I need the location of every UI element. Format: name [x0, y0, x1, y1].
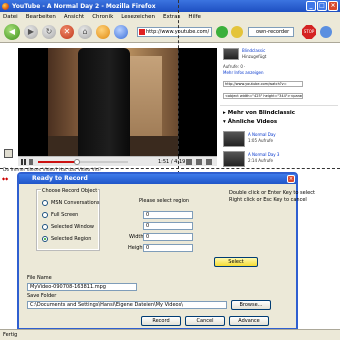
option-full-screen[interactable]: Full Screen: [51, 212, 78, 218]
url-field[interactable]: http://www.youtube.com/watch?v=: [223, 81, 303, 87]
section-similar-label: Ähnliche Videos: [227, 119, 278, 125]
more-info-link[interactable]: Mehr Infos anzeigen: [223, 70, 263, 75]
related-title[interactable]: A Normal Day 3: [248, 152, 279, 157]
close-button[interactable]: ×: [328, 1, 338, 11]
section-arrow-icon: ▾: [223, 119, 226, 125]
reload-button[interactable]: ↻: [42, 25, 56, 39]
maximize-button[interactable]: □: [317, 1, 327, 11]
region-prompt: Please select region: [139, 198, 190, 204]
player-controls: 1:51 / 4:19: [18, 156, 217, 166]
width-label: Width: [129, 234, 144, 240]
youtube-favicon: [139, 29, 145, 35]
url-bar[interactable]: http://www.youtube.com/: [137, 27, 212, 37]
search-text: own-recorder: [256, 29, 290, 35]
related-meta: 2:14 Aufrufe: [248, 158, 273, 163]
section-more-from[interactable]: ▸ Mehr von Blindclassic: [223, 110, 295, 116]
group-label: Choose Record Object: [41, 188, 99, 194]
status-bar: Fertig: [0, 329, 340, 340]
x-input[interactable]: 0: [143, 211, 193, 219]
home-button[interactable]: ⌂: [78, 25, 92, 39]
video-player[interactable]: [18, 48, 217, 156]
select-button[interactable]: Select: [214, 257, 258, 267]
record-object-group: Choose Record Object MSN Conversations F…: [37, 188, 99, 250]
added-line: Hinzugefügt: [242, 54, 267, 59]
bookmark-icon[interactable]: [114, 25, 128, 39]
menu-ansicht[interactable]: Ansicht: [64, 14, 84, 20]
browse-button[interactable]: Browse...: [231, 300, 271, 310]
radio-full-screen[interactable]: [42, 212, 48, 218]
forward-button[interactable]: ▶: [24, 25, 38, 39]
menu-bearbeiten[interactable]: Bearbeiten: [26, 14, 56, 20]
dialog-title: Ready to Record: [19, 174, 296, 184]
channel-avatar[interactable]: [223, 48, 239, 60]
menu-hilfe[interactable]: Hilfe: [188, 14, 201, 20]
crosshair-horizontal: [0, 168, 340, 169]
menu-datei[interactable]: Datei: [3, 14, 18, 20]
cancel-button[interactable]: Cancel: [185, 316, 225, 326]
record-button[interactable]: Record: [141, 316, 181, 326]
related-thumbnail[interactable]: [223, 131, 245, 147]
divider: [220, 105, 338, 106]
dialog-close-button[interactable]: ×: [287, 175, 295, 183]
instructions-text: Double click or Enter Key to select Righ…: [229, 190, 315, 203]
section-similar[interactable]: ▾ Ähnliche Videos: [223, 119, 277, 125]
video-frame-person: [78, 48, 130, 156]
file-name-label: File Name: [27, 275, 52, 281]
size-icon[interactable]: [196, 159, 202, 165]
progress-bar[interactable]: [38, 159, 128, 165]
progress-fill: [38, 161, 77, 163]
volume-icon[interactable]: [186, 159, 192, 165]
extension-icon[interactable]: [320, 26, 332, 38]
channel-name[interactable]: Blindclassic: [242, 48, 265, 53]
related-meta: 1:05 Aufrufe: [248, 138, 273, 143]
section-more-label: Mehr von Blindclassic: [227, 110, 296, 116]
option-msn[interactable]: MSN Conversations: [51, 200, 99, 206]
window-titlebar: YouTube - A Normal Day 2 - Mozilla Firef…: [0, 0, 340, 12]
stop-button[interactable]: ✕: [60, 25, 74, 39]
save-folder-label: Save Folder: [27, 293, 57, 299]
related-title[interactable]: A Normal Day: [248, 132, 276, 137]
menu-chronik[interactable]: Chronik: [92, 14, 113, 20]
file-name-input[interactable]: MyVideo-090708-163811.mpg: [27, 283, 137, 291]
width-input[interactable]: 0: [143, 233, 193, 241]
minimize-button[interactable]: _: [306, 1, 316, 11]
navigation-toolbar: ◀ ▶ ↻ ✕ ⌂ http://www.youtube.com/ own-re…: [0, 21, 340, 43]
stop-sign-icon[interactable]: STOP: [302, 25, 316, 39]
radio-selected-region[interactable]: [42, 236, 48, 242]
radio-selected-window[interactable]: [42, 224, 48, 230]
tray-icon[interactable]: [4, 149, 13, 158]
back-button[interactable]: ◀: [4, 24, 20, 40]
save-folder-input[interactable]: C:\Documents and Settings\Hansi\Eigene D…: [27, 301, 227, 309]
embed-field[interactable]: <object width="425" height="344"><param …: [223, 93, 303, 99]
section-arrow-icon: ▸: [223, 110, 226, 116]
progress-thumb[interactable]: [73, 159, 80, 165]
menu-bar: Datei Bearbeiten Ansicht Chronik Lesezei…: [0, 12, 340, 21]
option-selected-window[interactable]: Selected Window: [51, 224, 94, 230]
firefox-icon: [2, 2, 9, 10]
search-input[interactable]: own-recorder: [248, 27, 294, 37]
pause-icon[interactable]: [21, 159, 26, 165]
y-input[interactable]: 0: [143, 222, 193, 230]
menu-lesezeichen[interactable]: Lesezeichen: [121, 14, 155, 20]
time-display: 1:51 / 4:19: [158, 159, 186, 165]
ready-to-record-dialog: Ready to Record × Choose Record Object M…: [17, 172, 315, 330]
fullscreen-icon[interactable]: [206, 159, 212, 165]
radio-msn[interactable]: [42, 200, 48, 206]
views-line: Aufrufe: 0 ·: [223, 64, 246, 69]
window-title: YouTube - A Normal Day 2 - Mozilla Firef…: [12, 2, 156, 10]
feed-icon[interactable]: [231, 26, 243, 38]
height-input[interactable]: 0: [143, 244, 193, 252]
related-thumbnail[interactable]: [223, 151, 245, 167]
go-icon[interactable]: [216, 26, 228, 38]
next-icon[interactable]: [29, 159, 33, 165]
marker-icon: ◆◆: [2, 176, 9, 181]
advance-button[interactable]: Advance: [229, 316, 269, 326]
option-selected-region[interactable]: Selected Region: [51, 236, 91, 242]
addon-icon[interactable]: [96, 25, 110, 39]
